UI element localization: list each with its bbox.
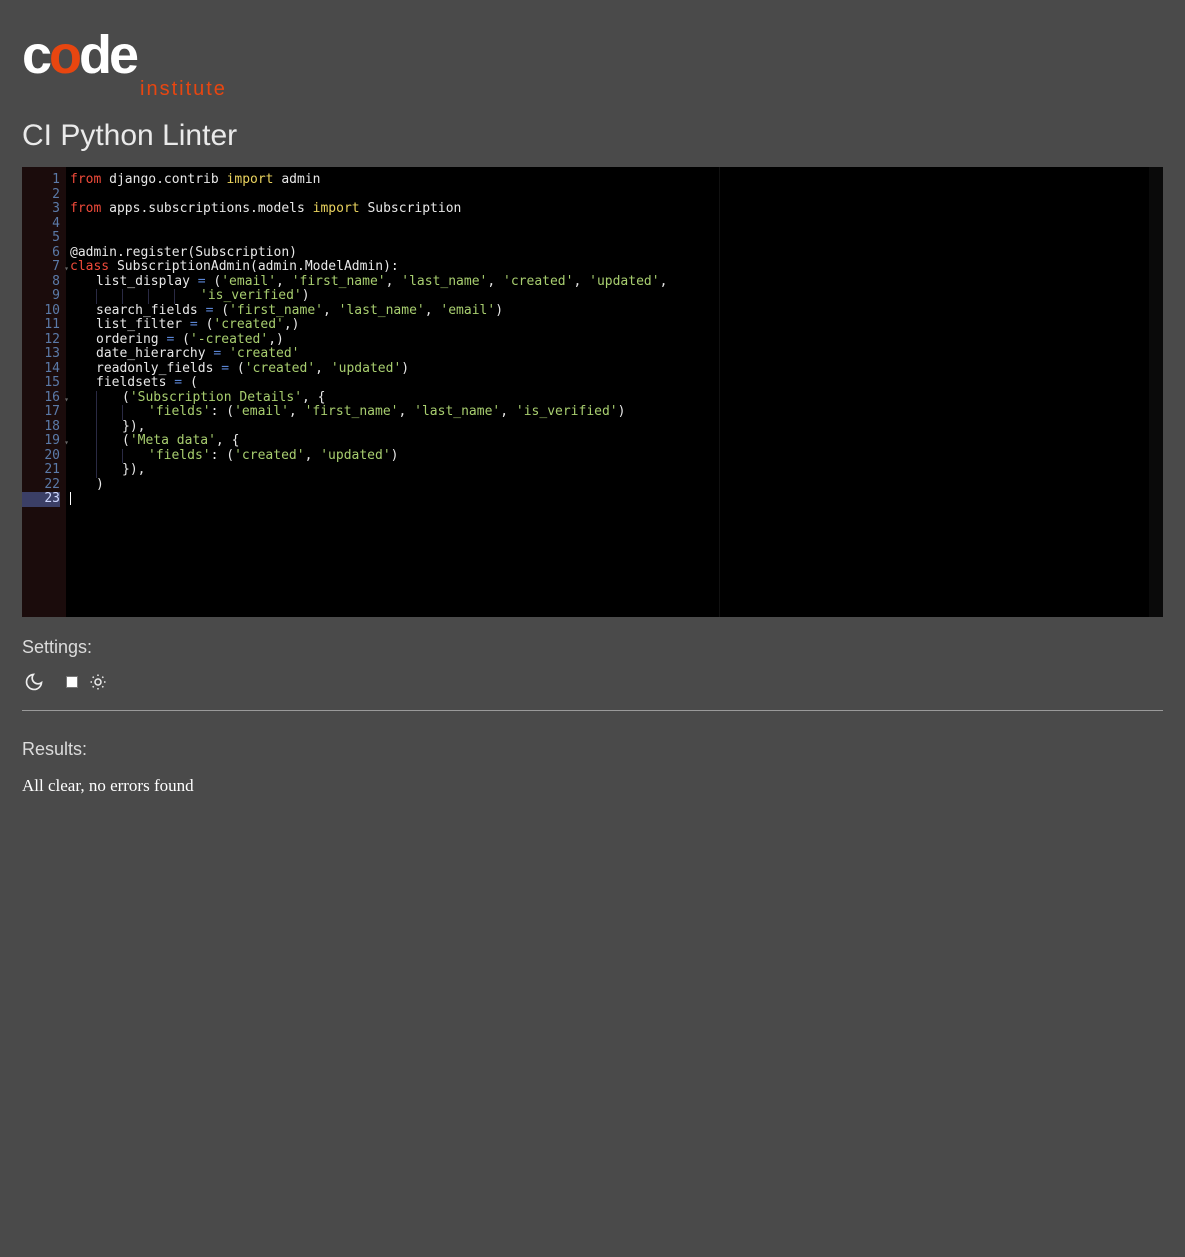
settings-section: Settings: (8, 617, 1177, 719)
editor-gutter: 1234567891011121314151617181920212223 (22, 167, 66, 617)
code-line[interactable]: class SubscriptionAdmin(admin.ModelAdmin… (70, 260, 713, 275)
editor-minimap[interactable] (719, 167, 1149, 617)
cursor (70, 492, 71, 505)
code-line[interactable] (70, 217, 713, 232)
app-root: code institute CI Python Linter 12345678… (8, 8, 1177, 1248)
line-number[interactable]: 1 (22, 173, 60, 188)
settings-label: Settings: (22, 637, 1163, 658)
code-line[interactable]: ) (70, 478, 713, 493)
code-line[interactable] (70, 492, 713, 507)
code-line[interactable]: date_hierarchy = 'created' (70, 347, 713, 362)
results-text: All clear, no errors found (22, 760, 1163, 796)
line-number[interactable]: 3 (22, 202, 60, 217)
code-line[interactable]: }), (70, 463, 713, 478)
line-number[interactable]: 15 (22, 376, 60, 391)
code-line[interactable]: 'is_verified') (70, 289, 713, 304)
line-number[interactable]: 12 (22, 333, 60, 348)
line-number[interactable]: 13 (22, 347, 60, 362)
logo-subtext: institute (22, 78, 1163, 101)
code-line[interactable]: ('Meta data', { (70, 434, 713, 449)
line-number[interactable]: 16 (22, 391, 60, 406)
code-line[interactable]: list_display = ('email', 'first_name', '… (70, 275, 713, 290)
code-line[interactable]: @admin.register(Subscription) (70, 246, 713, 261)
logo-wordmark: code (22, 25, 136, 85)
code-line[interactable]: from django.contrib import admin (70, 173, 713, 188)
code-line[interactable]: list_filter = ('created',) (70, 318, 713, 333)
line-number[interactable]: 5 (22, 231, 60, 246)
line-number[interactable]: 11 (22, 318, 60, 333)
theme-toggle[interactable] (66, 672, 108, 692)
code-line[interactable]: fieldsets = ( (70, 376, 713, 391)
code-line[interactable] (70, 231, 713, 246)
line-number[interactable]: 20 (22, 449, 60, 464)
logo: code institute (8, 8, 1177, 101)
code-line[interactable]: from apps.subscriptions.models import Su… (70, 202, 713, 217)
line-number[interactable]: 7 (22, 260, 60, 275)
results-section: Results: All clear, no errors found (8, 719, 1177, 816)
code-line[interactable]: readonly_fields = ('created', 'updated') (70, 362, 713, 377)
line-number[interactable]: 21 (22, 463, 60, 478)
line-number[interactable]: 10 (22, 304, 60, 319)
code-line[interactable] (70, 188, 713, 203)
code-line[interactable]: }), (70, 420, 713, 435)
theme-toggle-row (22, 658, 1163, 711)
editor-code-area[interactable]: from django.contrib import admin from app… (66, 167, 719, 617)
line-number[interactable]: 6 (22, 246, 60, 261)
line-number[interactable]: 17 (22, 405, 60, 420)
theme-checkbox[interactable] (66, 676, 78, 688)
code-line[interactable]: ordering = ('-created',) (70, 333, 713, 348)
line-number[interactable]: 18 (22, 420, 60, 435)
moon-icon (24, 672, 44, 692)
line-number[interactable]: 23 (22, 492, 60, 507)
code-line[interactable]: search_fields = ('first_name', 'last_nam… (70, 304, 713, 319)
line-number[interactable]: 8 (22, 275, 60, 290)
line-number[interactable]: 9 (22, 289, 60, 304)
line-number[interactable]: 2 (22, 188, 60, 203)
page-title: CI Python Linter (8, 101, 1177, 167)
code-line[interactable]: 'fields': ('email', 'first_name', 'last_… (70, 405, 713, 420)
line-number[interactable]: 19 (22, 434, 60, 449)
code-line[interactable]: 'fields': ('created', 'updated') (70, 449, 713, 464)
editor-scrollbar[interactable] (1149, 167, 1163, 617)
line-number[interactable]: 22 (22, 478, 60, 493)
line-number[interactable]: 4 (22, 217, 60, 232)
results-label: Results: (22, 739, 1163, 760)
line-number[interactable]: 14 (22, 362, 60, 377)
sun-icon (88, 672, 108, 692)
code-line[interactable]: ('Subscription Details', { (70, 391, 713, 406)
code-editor[interactable]: 1234567891011121314151617181920212223 fr… (22, 167, 1163, 617)
